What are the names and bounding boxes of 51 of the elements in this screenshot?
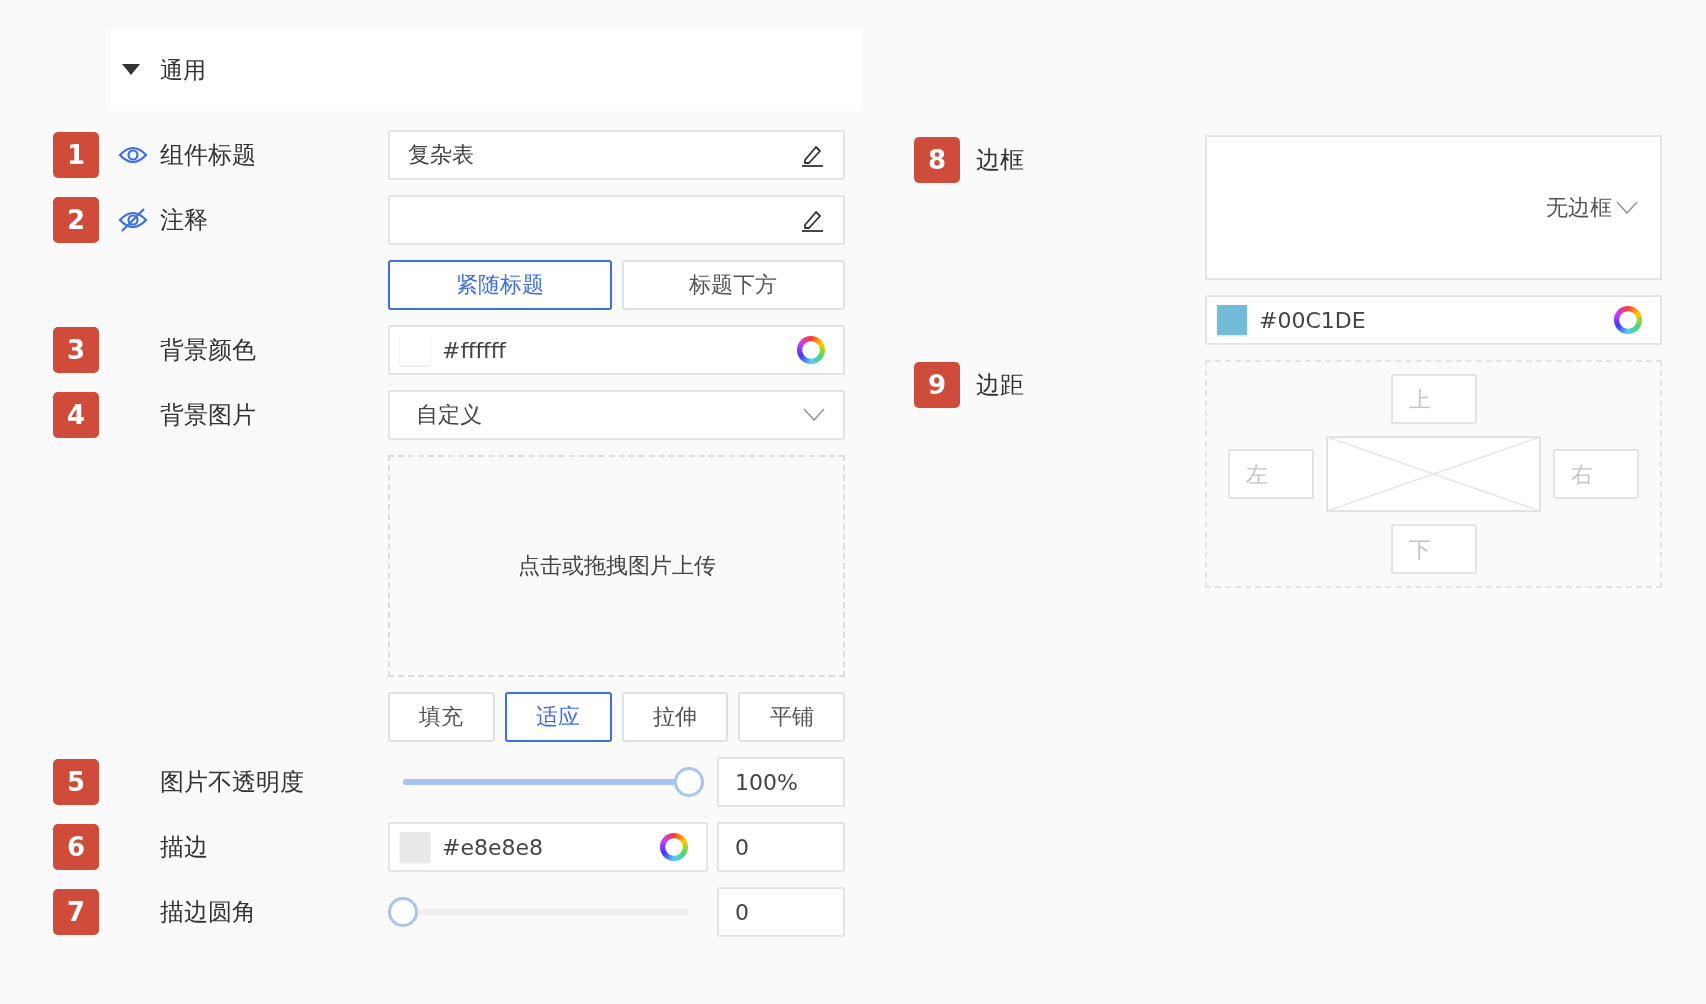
color-wheel-icon[interactable]: [1614, 306, 1642, 334]
color-wheel-icon[interactable]: [797, 336, 825, 364]
number-badge: 7: [53, 889, 99, 935]
number-badge: 5: [53, 759, 99, 805]
text-field[interactable]: [388, 195, 845, 245]
field-label: 边框: [976, 145, 1024, 176]
number-badge: 1: [53, 132, 99, 178]
eye-slash-icon[interactable]: [118, 207, 148, 233]
field-label: 组件标题: [160, 140, 256, 171]
color-field[interactable]: #e8e8e8: [388, 822, 708, 872]
option-button[interactable]: 平铺: [738, 692, 845, 742]
option-button[interactable]: 拉伸: [621, 692, 729, 742]
number-badge: 3: [53, 327, 99, 373]
option-button[interactable]: 标题下方: [621, 260, 845, 310]
field-label: 注释: [160, 205, 208, 236]
number-badge: 2: [53, 197, 99, 243]
margin-right-field[interactable]: 右: [1553, 449, 1639, 499]
section-header[interactable]: 通用: [110, 30, 862, 110]
chevron-down-icon: [1616, 200, 1638, 215]
field-label: 描边圆角: [160, 897, 256, 928]
field-label: 背景颜色: [160, 335, 256, 366]
option-button[interactable]: 紧随标题: [388, 260, 612, 310]
number-badge: 9: [914, 362, 960, 408]
slider-thumb[interactable]: [388, 897, 418, 927]
slider-thumb[interactable]: [674, 767, 704, 797]
color-wheel-icon[interactable]: [660, 833, 688, 861]
border-select[interactable]: 无边框: [1205, 135, 1662, 280]
number-badge: 4: [53, 392, 99, 438]
upload-hint: 点击或拖拽图片上传: [517, 552, 716, 580]
margin-top-field[interactable]: 上: [1390, 374, 1477, 424]
field-label: 描边: [160, 832, 208, 863]
value-field[interactable]: 0: [717, 887, 845, 937]
margin-bottom-field[interactable]: 下: [1390, 524, 1477, 574]
eye-icon[interactable]: [118, 144, 148, 166]
option-button[interactable]: 适应: [504, 692, 612, 742]
number-badge: 6: [53, 824, 99, 870]
option-button[interactable]: 填充: [388, 692, 495, 742]
upload-area[interactable]: 点击或拖拽图片上传: [388, 455, 845, 677]
color-field[interactable]: #ffffff: [388, 325, 845, 375]
field-label: 图片不透明度: [160, 767, 304, 798]
value-field[interactable]: 0: [717, 822, 845, 872]
section-title: 通用: [160, 55, 206, 85]
margin-left-field[interactable]: 左: [1228, 449, 1314, 499]
chevron-down-icon: [803, 408, 825, 422]
value-field[interactable]: 100%: [717, 757, 845, 807]
color-field[interactable]: #00C1DE: [1205, 295, 1662, 345]
number-badge: 8: [914, 137, 960, 183]
text-field[interactable]: 复杂表: [388, 130, 845, 180]
field-label: 边距: [976, 370, 1024, 401]
select-field[interactable]: 自定义: [388, 390, 845, 440]
field-label: 背景图片: [160, 400, 256, 431]
